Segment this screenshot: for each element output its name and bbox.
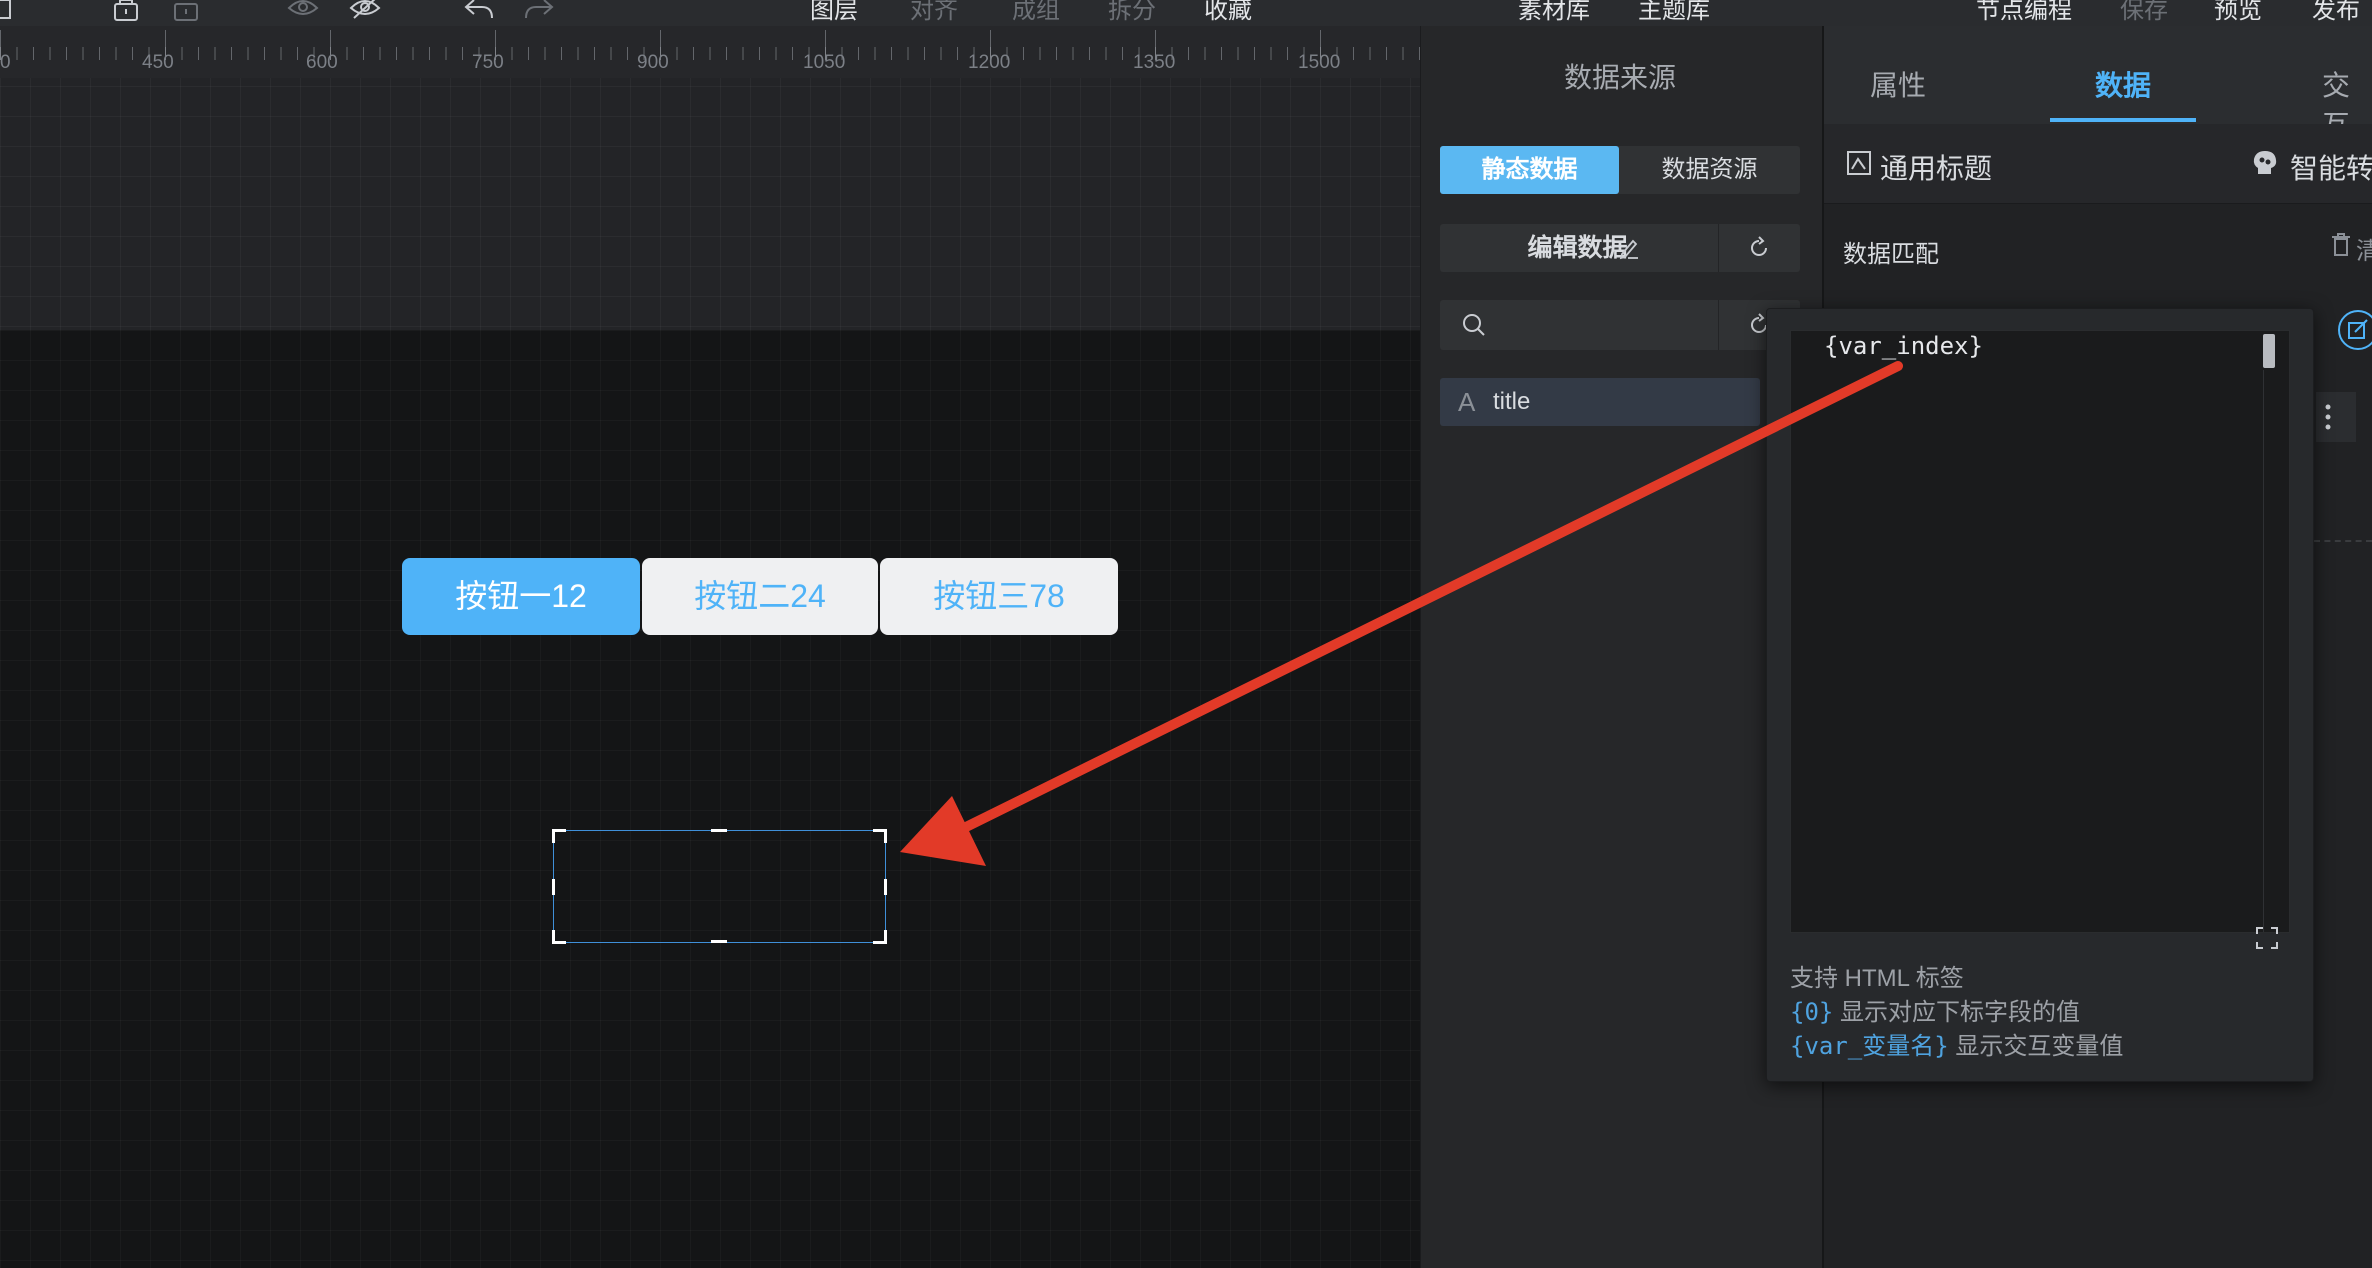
divider bbox=[2314, 540, 2372, 542]
redo-icon[interactable] bbox=[522, 0, 556, 24]
image-icon bbox=[1846, 150, 1872, 176]
component-title: 通用标题 bbox=[1880, 153, 1993, 184]
hint-text: 显示交互变量值 bbox=[1948, 1033, 2124, 1060]
hint-index-value: {0} 显示对应下标字段的值 bbox=[1790, 992, 2080, 1027]
resize-handle-bottom-left[interactable] bbox=[552, 930, 566, 944]
resize-handle-right[interactable] bbox=[884, 879, 887, 895]
pencil-icon bbox=[1618, 236, 1640, 260]
canvas-stage[interactable] bbox=[0, 330, 1420, 1268]
tab-static-data[interactable]: 静态数据 bbox=[1440, 146, 1619, 194]
eye-icon[interactable] bbox=[286, 0, 320, 24]
resize-handle-left[interactable] bbox=[552, 879, 555, 895]
edit-data-button[interactable]: 编辑数据 bbox=[1440, 224, 1715, 272]
field-search-input[interactable] bbox=[1495, 305, 1710, 345]
save-button[interactable]: 保存 bbox=[2120, 0, 2168, 24]
fullscreen-icon[interactable] bbox=[2254, 925, 2280, 951]
layers-button[interactable]: 图层 bbox=[810, 0, 858, 24]
align-button[interactable]: 对齐 bbox=[910, 0, 958, 24]
ruler-label: 1500 bbox=[1298, 52, 1341, 73]
ruler-label: 750 bbox=[472, 52, 504, 73]
resize-handle-bottom[interactable] bbox=[711, 940, 727, 943]
brain-icon bbox=[2250, 148, 2280, 178]
undo-icon[interactable] bbox=[462, 0, 496, 24]
resize-handle-top[interactable] bbox=[711, 829, 727, 832]
lock-icon[interactable] bbox=[110, 0, 144, 24]
node-programming-button[interactable]: 节点编程 bbox=[1976, 0, 2072, 24]
unlock-icon[interactable] bbox=[170, 0, 204, 24]
data-source-title: 数据来源 bbox=[1563, 62, 1676, 93]
refresh-icon[interactable] bbox=[1745, 234, 1773, 262]
field-list-item[interactable] bbox=[1440, 378, 1760, 426]
preview-button[interactable]: 预览 bbox=[2214, 0, 2262, 24]
ruler-label: 0 bbox=[0, 52, 11, 73]
resize-handle-bottom-right[interactable] bbox=[873, 930, 887, 944]
divider bbox=[1718, 224, 1719, 272]
asset-library-button[interactable]: 素材库 bbox=[1518, 0, 1590, 24]
ruler-label: 900 bbox=[637, 52, 669, 73]
tab-data-resource[interactable]: 数据资源 bbox=[1620, 146, 1799, 194]
data-match-label: 数据匹配 bbox=[1843, 241, 1939, 268]
data-source-panel bbox=[1420, 26, 1822, 1268]
text-type-icon: A bbox=[1458, 387, 1476, 417]
horizontal-ruler bbox=[0, 26, 1420, 78]
search-icon bbox=[1460, 311, 1488, 339]
editor-gutter-line bbox=[2263, 370, 2264, 932]
selected-text-component[interactable] bbox=[553, 830, 886, 943]
hint-code: {var_变量名} bbox=[1790, 1032, 1949, 1060]
split-button[interactable]: 拆分 bbox=[1108, 0, 1156, 24]
expression-editor-value[interactable]: {var_index} bbox=[1824, 332, 1983, 360]
edit-expression-button[interactable] bbox=[2338, 310, 2372, 350]
hint-text: 显示对应下标字段的值 bbox=[1833, 999, 2081, 1026]
trash-icon[interactable] bbox=[2330, 232, 2352, 258]
ruler-label: 600 bbox=[306, 52, 338, 73]
active-tab-indicator bbox=[2050, 118, 2196, 122]
editor-scrollbar[interactable] bbox=[2263, 334, 2275, 368]
resize-handle-top-left[interactable] bbox=[552, 829, 566, 843]
more-menu-button[interactable] bbox=[2316, 392, 2356, 442]
hint-code: {0} bbox=[1790, 998, 1834, 1026]
favorites-button[interactable]: 收藏 bbox=[1204, 0, 1252, 24]
ruler-label: 1200 bbox=[968, 52, 1011, 73]
button-group-item-3[interactable]: 按钮三78 bbox=[880, 558, 1118, 635]
divider bbox=[1718, 300, 1719, 350]
group-button[interactable]: 成组 bbox=[1012, 0, 1060, 24]
hint-html-support: 支持 HTML 标签 bbox=[1790, 965, 1964, 992]
field-name-label: title bbox=[1493, 388, 1531, 415]
ai-convert-button[interactable]: 智能转 bbox=[2290, 147, 2372, 187]
publish-button[interactable]: 发布 bbox=[2312, 0, 2360, 24]
clear-button[interactable]: 清 bbox=[2356, 231, 2372, 266]
tab-data[interactable]: 数据 bbox=[2095, 64, 2151, 104]
expression-editor[interactable] bbox=[1790, 330, 2290, 933]
ruler-label: 1350 bbox=[1133, 52, 1176, 73]
theme-library-button[interactable]: 主题库 bbox=[1638, 0, 1710, 24]
button-group-item-2[interactable]: 按钮二24 bbox=[642, 558, 878, 635]
button-group-item-1[interactable]: 按钮一12 bbox=[402, 558, 640, 635]
resize-handle-top-right[interactable] bbox=[873, 829, 887, 843]
eye-off-icon[interactable] bbox=[348, 0, 382, 24]
ruler-label: 450 bbox=[142, 52, 174, 73]
panel-icon[interactable] bbox=[0, 0, 18, 24]
ruler-label: 1050 bbox=[803, 52, 846, 73]
hint-variable-value: {var_变量名} 显示交互变量值 bbox=[1790, 1026, 2123, 1061]
tab-properties[interactable]: 属性 bbox=[1870, 64, 1926, 104]
